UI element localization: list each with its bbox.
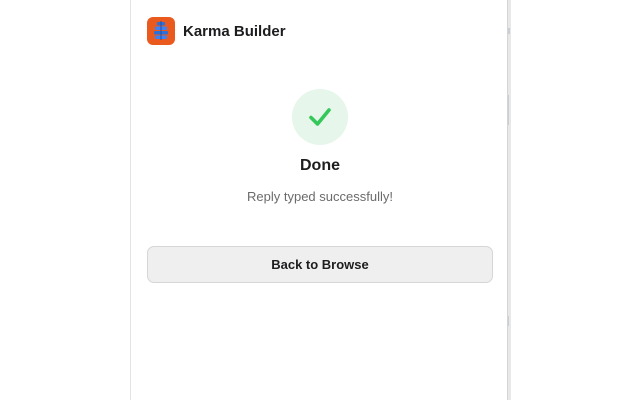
status-title: Done <box>300 157 340 174</box>
app-title: Karma Builder <box>183 22 286 40</box>
status-message: Reply typed successfully! <box>247 189 393 204</box>
popup-header: Karma Builder <box>147 17 286 45</box>
checkmark-icon <box>309 108 331 126</box>
extension-popup: Karma Builder Done Reply typed successfu… <box>130 0 508 400</box>
back-to-browse-button[interactable]: Back to Browse <box>147 246 493 283</box>
success-badge <box>292 89 348 145</box>
stacked-blocks-icon <box>147 17 175 45</box>
